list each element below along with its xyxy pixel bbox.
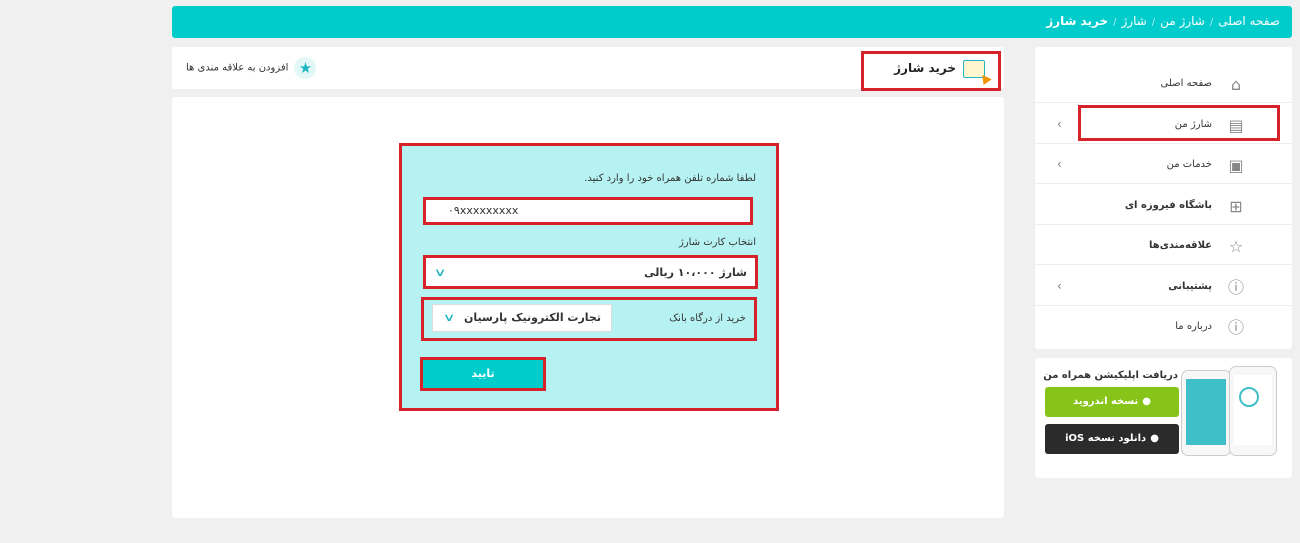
sidebar-item-my-services[interactable]: ▣ خدمات من › [1035, 144, 1292, 184]
sidebar-item-support[interactable]: ⓘ پشتیبانی › [1035, 266, 1292, 306]
sidebar-item-home[interactable]: ⌂ صفحه اصلی [1035, 63, 1292, 103]
sidebar-item-label: پشتیبانی [1168, 281, 1212, 292]
app-download-panel: دریافت اپلیکیشن همراه من ●نسخه اندروید ●… [1035, 358, 1292, 478]
sidebar-item-club[interactable]: ⊞ باشگاه فیروزه ای [1035, 185, 1292, 225]
star-icon: ☆ [1228, 237, 1244, 256]
add-to-favorites[interactable]: ★ افزودن به علاقه مندی ها [186, 57, 317, 79]
breadcrumb: صفحه اصلی / شارژ من / شارژ / خرید شارژ [1046, 14, 1280, 28]
breadcrumb-separator: / [1113, 17, 1117, 28]
gift-icon: ⊞ [1229, 197, 1243, 216]
sidebar-item-label: درباره ما [1175, 321, 1212, 332]
chevron-right-icon: › [1057, 157, 1062, 171]
favorite-label: افزودن به علاقه مندی ها [186, 62, 289, 74]
star-icon: ★ [294, 57, 317, 79]
sidebar-item-label: صفحه اصلی [1160, 78, 1212, 89]
breadcrumb-charge[interactable]: شارژ [1121, 14, 1146, 28]
breadcrumb-home[interactable]: صفحه اصلی [1218, 14, 1280, 28]
breadcrumb-separator: / [1209, 17, 1214, 28]
sidebar-menu: ⌂ صفحه اصلی ▤ شارژ من › ▣ خدمات من › ⊞ ب… [1035, 47, 1292, 349]
app-title: دریافت اپلیکیشن همراه من [1043, 370, 1178, 381]
sidebar-item-label: باشگاه فیروزه ای [1124, 200, 1212, 211]
help-icon: ⓘ [1227, 278, 1244, 297]
home-icon: ⌂ [1230, 75, 1242, 94]
sidebar-item-favorites[interactable]: ☆ علاقه‌مندی‌ها [1035, 225, 1292, 265]
phone-mockup-image [1181, 366, 1281, 456]
sidebar-item-about[interactable]: ⓘ درباره ما [1035, 306, 1292, 346]
phone-mockup [1181, 370, 1231, 456]
ios-download-button[interactable]: ●دانلود نسخه iOS [1045, 424, 1179, 454]
highlight-box [399, 143, 779, 411]
apple-icon: ● [1150, 433, 1159, 444]
services-icon: ▣ [1228, 156, 1244, 175]
sidebar-item-label: علاقه‌مندی‌ها [1149, 240, 1212, 251]
chevron-right-icon: › [1057, 117, 1062, 131]
android-download-button[interactable]: ●نسخه اندروید [1045, 387, 1179, 417]
phone-mockup [1229, 366, 1277, 456]
android-icon: ● [1142, 396, 1151, 407]
breadcrumb-my-charge[interactable]: شارژ من [1160, 14, 1205, 28]
info-icon: ⓘ [1227, 318, 1244, 337]
highlight-box [1078, 105, 1280, 141]
ios-label: دانلود نسخه iOS [1065, 433, 1147, 444]
sidebar-item-label: خدمات من [1166, 159, 1212, 170]
top-bar: صفحه اصلی / شارژ من / شارژ / خرید شارژ [172, 6, 1292, 38]
breadcrumb-separator: / [1151, 17, 1156, 28]
breadcrumb-current: خرید شارژ [1046, 14, 1109, 28]
android-label: نسخه اندروید [1073, 396, 1139, 407]
highlight-box [861, 51, 1001, 91]
title-panel: خرید شارژ ★افزودن به علاقه مندی ها [172, 47, 1004, 91]
chevron-right-icon: › [1057, 279, 1062, 293]
